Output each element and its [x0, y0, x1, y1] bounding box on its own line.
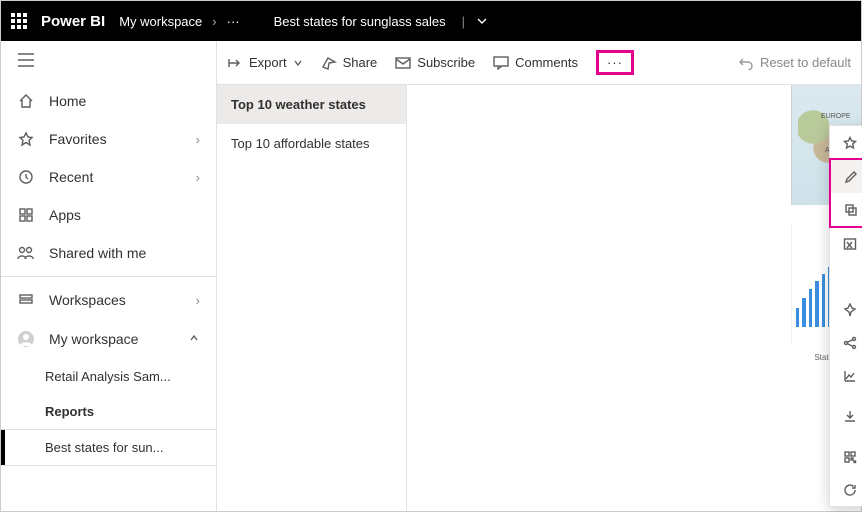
reset-button[interactable]: Reset to default — [738, 55, 851, 70]
pin-icon — [842, 303, 858, 317]
nav-apps[interactable]: Apps — [1, 196, 216, 234]
comment-icon — [493, 56, 509, 70]
nav-home-label: Home — [49, 93, 200, 109]
hamburger-button[interactable] — [1, 41, 216, 82]
menu-view-related[interactable]: View related — [830, 326, 862, 359]
left-nav: Home Favorites › Recent › Apps Shared wi… — [1, 41, 217, 511]
comments-label: Comments — [515, 55, 578, 70]
comments-button[interactable]: Comments — [493, 55, 578, 70]
nav-separator — [1, 276, 216, 277]
nav-my-workspace-label: My workspace — [49, 331, 174, 347]
apps-icon — [17, 207, 35, 223]
more-options-button[interactable]: ··· — [596, 50, 634, 75]
nav-my-workspace[interactable]: My workspace — [1, 319, 216, 359]
main-area: Export Share Subscribe Comments ··· Re — [217, 41, 861, 511]
clock-icon — [17, 169, 35, 185]
nav-shared-label: Shared with me — [49, 245, 200, 261]
menu-save-copy[interactable]: Save a copy — [831, 193, 862, 226]
page-item-2[interactable]: Top 10 affordable states — [217, 124, 406, 163]
subscribe-button[interactable]: Subscribe — [395, 55, 475, 70]
menu-download[interactable]: Download the .pbix file — [830, 392, 862, 440]
app-body: Home Favorites › Recent › Apps Shared wi… — [1, 41, 861, 511]
chevron-right-icon: › — [212, 14, 216, 29]
excel-icon — [842, 237, 858, 251]
menu-refresh[interactable]: Refresh — [830, 473, 862, 506]
more-options-menu: Favorite Edit Save a copy Analyze in Exc… — [829, 125, 862, 507]
copy-icon — [843, 203, 859, 217]
nav-sub-current[interactable]: Best states for sun... — [1, 429, 216, 466]
mail-icon — [395, 57, 411, 69]
nav-favorites-label: Favorites — [49, 131, 182, 147]
chevron-up-icon — [188, 332, 200, 347]
chevron-down-icon — [293, 58, 303, 68]
report-title: Best states for sunglass sales — [274, 14, 446, 29]
content-area: Top 10 weather states Top 10 affordable … — [217, 85, 861, 511]
menu-highlighted-group: Edit Save a copy — [829, 158, 862, 228]
chevron-down-icon[interactable] — [475, 14, 489, 28]
menu-edit[interactable]: Edit — [831, 160, 862, 193]
map-label-europe: EUROPE — [821, 113, 851, 120]
reset-label: Reset to default — [760, 55, 851, 70]
report-canvas: EUROPE AFRICA State — [407, 85, 861, 511]
menu-usage[interactable]: Usage metrics — [830, 359, 862, 392]
export-button[interactable]: Export — [227, 55, 303, 70]
menu-pin[interactable]: Pin a live Page — [830, 293, 862, 326]
chevron-right-icon: › — [196, 170, 200, 185]
title-separator: | — [462, 14, 465, 29]
shared-icon — [17, 245, 35, 261]
home-icon — [17, 93, 35, 109]
metrics-icon — [842, 369, 858, 383]
avatar-icon — [17, 330, 35, 348]
star-icon — [842, 136, 858, 150]
active-indicator — [1, 430, 5, 465]
nav-favorites[interactable]: Favorites › — [1, 120, 216, 158]
workspaces-icon — [17, 292, 35, 308]
breadcrumb-workspace[interactable]: My workspace — [119, 14, 202, 29]
breadcrumb-ellipsis[interactable]: ··· — [227, 14, 240, 29]
qr-icon — [842, 450, 858, 464]
breadcrumb: My workspace › ··· Best states for sungl… — [119, 14, 489, 29]
nav-sub-reports[interactable]: Reports — [1, 394, 216, 429]
nav-sub-retail[interactable]: Retail Analysis Sam... — [1, 359, 216, 394]
refresh-icon — [842, 483, 858, 497]
menu-qr[interactable]: Generate QR code — [830, 440, 862, 473]
download-icon — [842, 409, 857, 423]
chevron-right-icon: › — [196, 132, 200, 147]
share-icon — [321, 56, 337, 70]
chevron-right-icon: › — [196, 293, 200, 308]
undo-icon — [738, 56, 754, 70]
nav-home[interactable]: Home — [1, 82, 216, 120]
app-header: Power BI My workspace › ··· Best states … — [1, 1, 861, 41]
more-icon: ··· — [607, 55, 623, 70]
nav-recent-label: Recent — [49, 169, 182, 185]
pencil-icon — [843, 170, 859, 184]
subscribe-label: Subscribe — [417, 55, 475, 70]
page-item-1[interactable]: Top 10 weather states — [217, 85, 406, 124]
nav-sub-current-label: Best states for sun... — [45, 440, 164, 455]
brand-label: Power BI — [41, 13, 105, 30]
nav-shared[interactable]: Shared with me — [1, 234, 216, 272]
menu-embed[interactable]: Embed › — [830, 260, 862, 293]
nav-workspaces-label: Workspaces — [49, 292, 182, 308]
star-icon — [17, 131, 35, 147]
nav-apps-label: Apps — [49, 207, 200, 223]
nav-recent[interactable]: Recent › — [1, 158, 216, 196]
related-icon — [842, 336, 858, 350]
share-button[interactable]: Share — [321, 55, 378, 70]
export-icon — [227, 56, 243, 70]
page-list: Top 10 weather states Top 10 affordable … — [217, 85, 407, 511]
menu-favorite[interactable]: Favorite — [830, 126, 862, 159]
nav-workspaces[interactable]: Workspaces › — [1, 281, 216, 319]
menu-analyze-excel[interactable]: Analyze in Excel — [830, 227, 862, 260]
app-launcher-icon[interactable] — [11, 13, 27, 29]
toolbar: Export Share Subscribe Comments ··· Re — [217, 41, 861, 85]
share-label: Share — [343, 55, 378, 70]
export-label: Export — [249, 55, 287, 70]
